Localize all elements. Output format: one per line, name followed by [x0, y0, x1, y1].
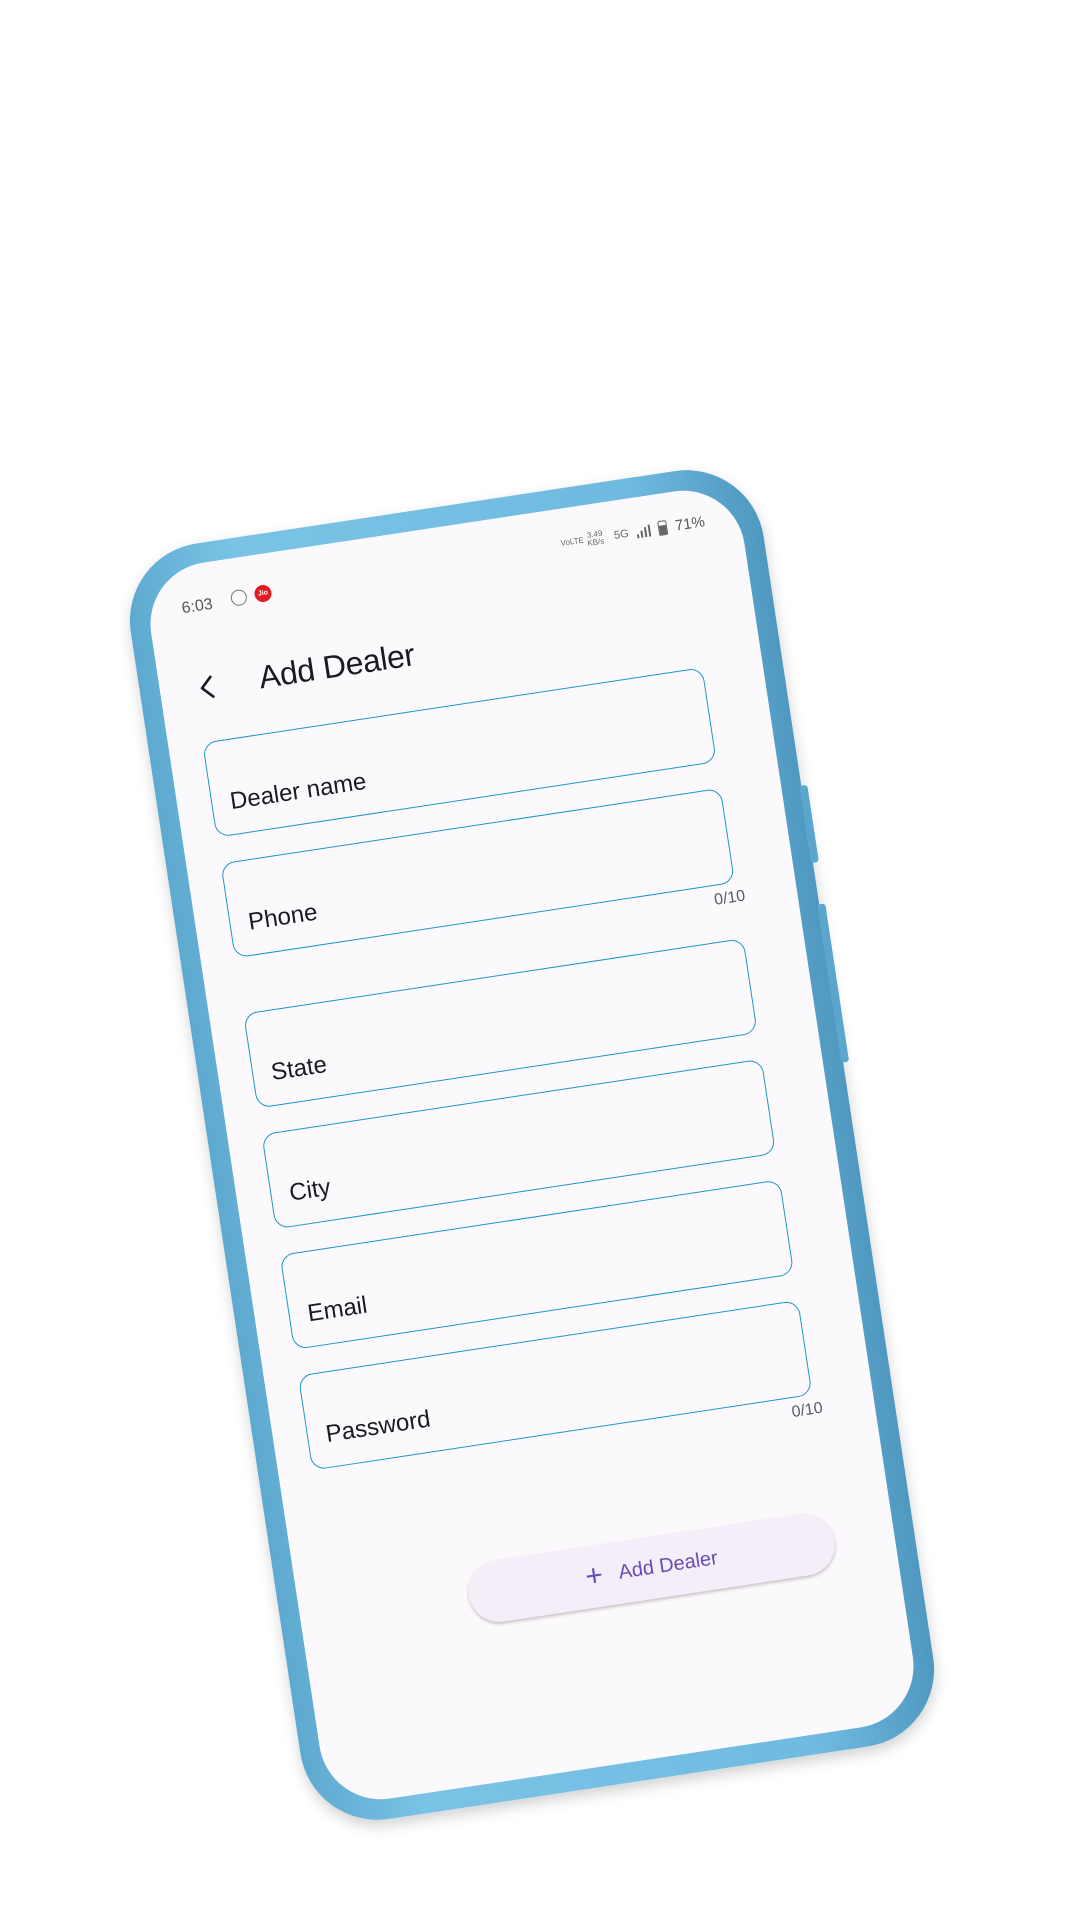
city-label: City	[287, 1173, 333, 1207]
chevron-left-icon[interactable]	[192, 671, 224, 703]
page-title: Add Dealer	[256, 636, 418, 696]
status-indicators: VoLTE 3.49 KB/s 5G 71%	[559, 513, 706, 552]
phone-device: 6:03 Jio VoLTE 3.49 KB/s 5G 71% Add Deal…	[119, 459, 945, 1831]
battery-icon	[657, 519, 669, 537]
phone-counter: 0/10	[713, 887, 747, 909]
state-label: State	[269, 1050, 329, 1087]
password-label: Password	[323, 1405, 433, 1448]
volte-indicator: VoLTE	[559, 535, 585, 548]
dealer-name-label: Dealer name	[228, 767, 369, 816]
network-type: 5G	[613, 527, 630, 542]
password-counter: 0/10	[790, 1399, 824, 1422]
status-time: 6:03	[180, 595, 214, 618]
whatsapp-icon	[229, 588, 248, 607]
power-button	[817, 903, 850, 1063]
battery-percent: 71%	[673, 513, 707, 535]
stage: 6:03 Jio VoLTE 3.49 KB/s 5G 71% Add Deal…	[0, 0, 1080, 1920]
jio-icon: Jio	[253, 583, 273, 604]
email-label: Email	[305, 1291, 370, 1328]
phone-screen: 6:03 Jio VoLTE 3.49 KB/s 5G 71% Add Deal…	[141, 482, 923, 1808]
volume-button	[799, 784, 819, 864]
add-dealer-button-label: Add Dealer	[616, 1546, 720, 1584]
signal-icon	[636, 523, 652, 538]
plus-icon: +	[582, 1558, 606, 1594]
phone-label: Phone	[246, 898, 320, 936]
network-speed: 3.49 KB/s	[586, 528, 605, 548]
add-dealer-button[interactable]: + Add Dealer	[464, 1509, 840, 1627]
